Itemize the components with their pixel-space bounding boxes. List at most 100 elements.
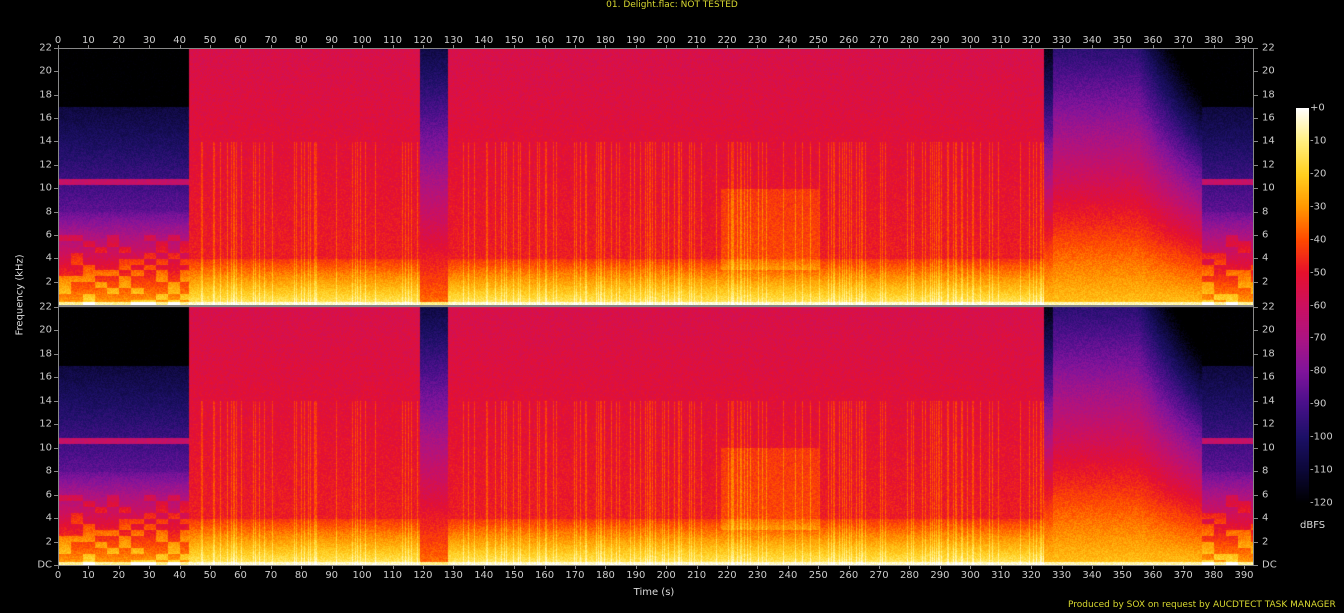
x-tick-mark <box>635 566 637 569</box>
y-tick-mark <box>54 211 58 213</box>
y-tick-mark <box>1254 307 1258 308</box>
y-tick-label-left: 2 <box>45 536 52 548</box>
x-tick-mark <box>240 45 242 48</box>
x-tick-mark <box>1061 566 1063 569</box>
x-tick-label-bottom: 140 <box>474 570 494 581</box>
x-tick-mark <box>757 45 759 48</box>
x-tick-mark <box>179 566 181 569</box>
x-tick-mark <box>970 566 972 569</box>
x-tick-mark <box>574 566 576 569</box>
y-tick-mark <box>1254 164 1258 166</box>
y-tick-mark <box>1254 447 1258 449</box>
chart-title: 01. Delight.flac: NOT TESTED <box>606 0 738 10</box>
y-tick-label-right: 4 <box>1262 252 1269 264</box>
colorbar-tick-label: +0 <box>1310 102 1325 114</box>
y-tick-label-left: 2 <box>45 276 52 288</box>
y-tick-label-right: 6 <box>1262 489 1269 501</box>
y-tick-mark <box>1254 281 1258 283</box>
x-tick-mark <box>392 566 394 569</box>
x-tick-label-bottom: 350 <box>1112 570 1132 581</box>
x-tick-label-bottom: 290 <box>930 570 950 581</box>
colorbar-tick-label: -50 <box>1310 267 1327 279</box>
x-tick-mark <box>210 45 212 48</box>
x-tick-label-bottom: 160 <box>535 570 555 581</box>
y-tick-mark <box>1254 518 1258 520</box>
x-tick-mark <box>605 45 607 48</box>
y-tick-mark <box>54 494 58 496</box>
y-tick-mark <box>1254 211 1258 213</box>
y-tick-mark <box>1254 141 1258 143</box>
x-tick-label-bottom: 280 <box>899 570 920 581</box>
y-tick-label-right: 20 <box>1262 324 1275 336</box>
x-tick-mark <box>1244 566 1245 569</box>
y-tick-label-right: 14 <box>1262 395 1275 407</box>
colorbar-tick-label: -90 <box>1310 398 1327 410</box>
y-tick-mark <box>54 400 58 402</box>
y-tick-label-right: 4 <box>1262 512 1269 524</box>
x-tick-label-bottom: 100 <box>352 570 372 581</box>
x-tick-mark <box>727 566 729 569</box>
y-tick-mark <box>1254 188 1258 190</box>
x-tick-label-bottom: 90 <box>325 570 339 581</box>
x-tick-mark <box>1091 566 1093 569</box>
x-tick-label-bottom: 250 <box>808 570 828 581</box>
x-tick-mark <box>757 566 759 569</box>
x-tick-mark <box>696 45 698 48</box>
y-tick-label-right: 16 <box>1262 371 1275 383</box>
x-tick-mark <box>270 566 272 569</box>
x-tick-mark <box>1183 45 1185 48</box>
y-tick-mark <box>54 565 58 566</box>
y-tick-mark <box>1254 377 1258 379</box>
y-tick-label-left: 4 <box>45 252 52 264</box>
y-tick-mark <box>54 281 58 283</box>
y-tick-mark <box>54 141 58 143</box>
y-tick-mark <box>54 518 58 520</box>
colorbar-tick-label: -120 <box>1310 497 1333 509</box>
x-tick-mark <box>727 45 729 48</box>
x-tick-mark <box>1031 566 1033 569</box>
x-tick-mark <box>1152 566 1154 569</box>
y-tick-label-left: 4 <box>45 512 52 524</box>
x-tick-label-bottom: 60 <box>234 570 247 581</box>
x-tick-mark <box>362 566 364 569</box>
y-tick-mark <box>1254 94 1258 96</box>
x-tick-mark <box>635 45 637 48</box>
y-tick-label-right: 22 <box>1262 42 1275 54</box>
x-tick-label-bottom: 360 <box>1143 570 1163 581</box>
x-tick-mark <box>210 566 212 569</box>
x-tick-label-bottom: 120 <box>413 570 433 581</box>
x-tick-label-bottom: 170 <box>565 570 585 581</box>
x-tick-label-bottom: 260 <box>839 570 859 581</box>
y-tick-label-right: 6 <box>1262 229 1269 241</box>
y-tick-label-left: 14 <box>39 135 52 147</box>
x-tick-label-bottom: 320 <box>1021 570 1041 581</box>
x-tick-mark <box>787 45 789 48</box>
colorbar-tick-label: -40 <box>1310 234 1327 246</box>
x-tick-mark <box>149 566 151 569</box>
x-tick-mark <box>605 566 607 569</box>
y-tick-label-right: DC <box>1262 559 1277 571</box>
x-tick-label-bottom: 230 <box>747 570 767 581</box>
y-tick-label-left: 12 <box>39 159 52 171</box>
y-tick-mark <box>1254 353 1258 355</box>
y-tick-mark <box>54 94 58 96</box>
x-tick-mark <box>544 566 546 569</box>
x-tick-mark <box>118 45 120 48</box>
y-tick-mark <box>1254 234 1258 236</box>
y-tick-label-right: 20 <box>1262 65 1275 77</box>
x-tick-label-bottom: 330 <box>1051 570 1072 581</box>
x-tick-mark <box>58 45 59 48</box>
y-tick-label-left: 22 <box>39 42 52 54</box>
y-tick-mark <box>54 48 58 49</box>
y-tick-label-right: 8 <box>1262 206 1269 218</box>
x-tick-mark <box>909 566 911 569</box>
y-tick-label-right: 16 <box>1262 112 1275 124</box>
y-tick-label-left: 10 <box>39 182 52 194</box>
x-tick-mark <box>848 566 850 569</box>
y-tick-mark <box>54 330 58 332</box>
x-tick-mark <box>818 45 820 48</box>
x-tick-label-bottom: 150 <box>504 570 524 581</box>
x-tick-mark <box>422 566 424 569</box>
x-tick-mark <box>88 45 90 48</box>
y-tick-label-left: 10 <box>39 442 52 454</box>
